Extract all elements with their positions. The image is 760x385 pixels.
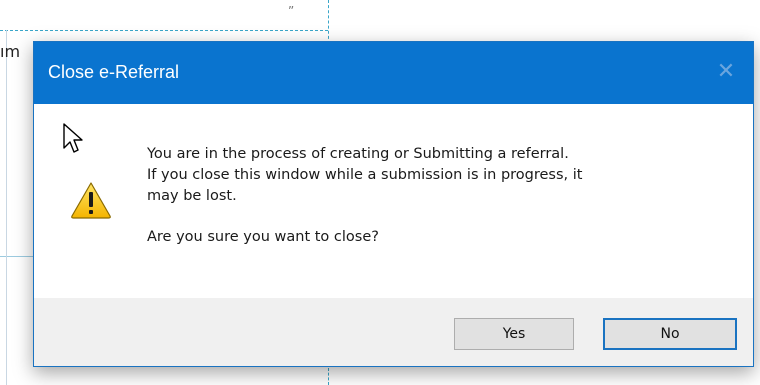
background-dashed-border <box>328 368 329 385</box>
background-frame-edge <box>6 30 7 385</box>
no-button[interactable]: No <box>603 318 737 350</box>
yes-button[interactable]: Yes <box>454 318 574 350</box>
arrow-cursor-icon <box>63 123 83 153</box>
close-icon[interactable]: ✕ <box>711 56 741 86</box>
dialog-message: You are in the process of creating or Su… <box>147 144 707 248</box>
background-dashed-border <box>328 0 329 44</box>
dialog-content: You are in the process of creating or Su… <box>34 104 753 300</box>
background-partial-text: ım <box>0 42 21 61</box>
dialog-button-bar: Yes No <box>34 298 753 366</box>
close-e-referral-dialog: Close e-Referral ✕ You are in the proces… <box>33 41 754 367</box>
confirmation-question: Are you sure you want to close? <box>147 229 379 245</box>
warning-icon <box>71 182 111 219</box>
message-line: may be lost. <box>147 188 237 204</box>
message-line: If you close this window while a submiss… <box>147 167 583 183</box>
background-dashed-border <box>0 30 328 31</box>
dialog-title: Close e-Referral <box>48 62 180 82</box>
background-quote-mark: ” <box>288 4 295 18</box>
message-line: You are in the process of creating or Su… <box>147 146 569 162</box>
dialog-titlebar[interactable]: Close e-Referral ✕ <box>34 42 753 104</box>
